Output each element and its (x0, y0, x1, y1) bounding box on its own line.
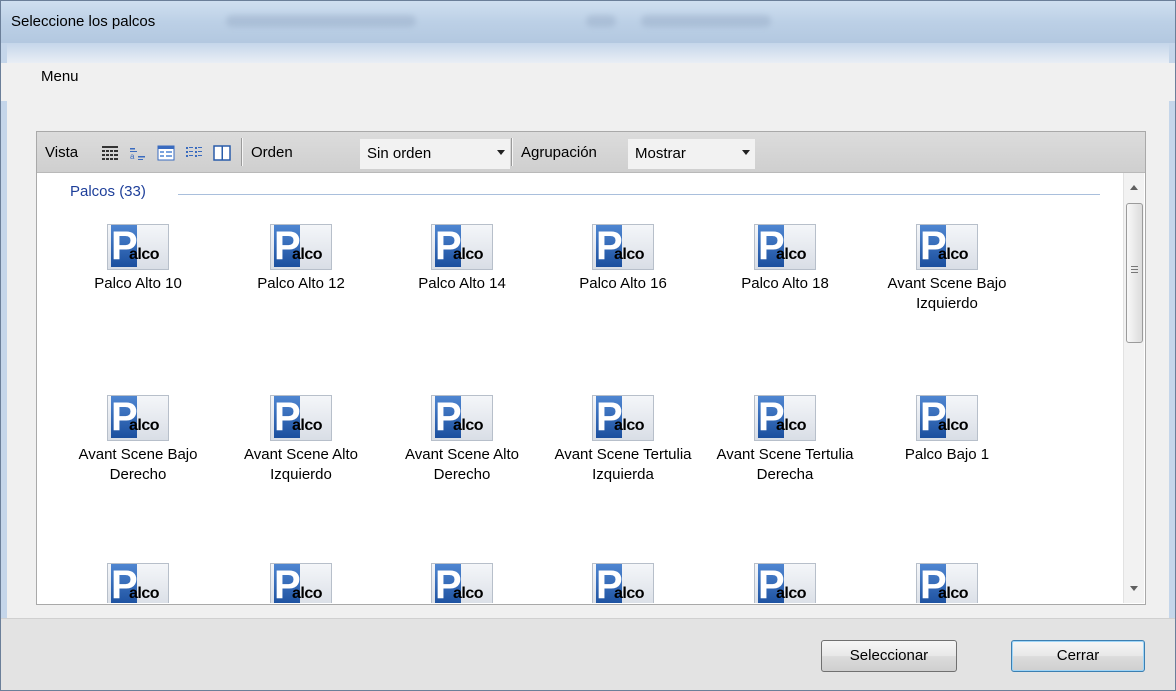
chevron-down-icon (742, 150, 750, 155)
toolbar-separator (511, 138, 512, 166)
agrupacion-value: Mostrar (635, 145, 686, 162)
palco-icon: Palco (107, 224, 169, 270)
close-button[interactable]: Cerrar (1011, 640, 1145, 672)
palco-item[interactable]: Palco Avant Scene Tertulia Izquierda (548, 395, 698, 485)
palco-item[interactable]: Palco Palco Alto 16 (548, 224, 698, 294)
palco-icon: Palco (754, 224, 816, 270)
palco-item-label: Avant Scene Alto Derecho (405, 446, 519, 483)
palco-icon: Palco (431, 563, 493, 603)
palco-item[interactable]: Palco Palco Alto 12 (226, 224, 376, 294)
vertical-scrollbar[interactable] (1123, 173, 1144, 603)
scroll-thumb[interactable] (1126, 203, 1143, 343)
palco-icon: Palco (431, 224, 493, 270)
palco-icon: Palco (107, 563, 169, 603)
palco-item-label: Palco Alto 18 (741, 275, 829, 292)
grip-icon (1131, 266, 1138, 267)
palco-icon: Palco (592, 395, 654, 441)
palco-item-label: Avant Scene Bajo Derecho (78, 446, 198, 483)
selection-panel: Vista a Orden Sin orden Agrupación Mostr… (36, 131, 1146, 605)
palco-item-label: Palco Bajo 1 (904, 446, 990, 463)
palco-item-partial[interactable]: Palco (710, 563, 860, 603)
palco-icon: Palco (592, 563, 654, 603)
menu-item-menu[interactable]: Menu (41, 68, 79, 85)
palco-item-partial[interactable]: Palco (226, 563, 376, 603)
columns-view-icon[interactable] (213, 145, 231, 161)
palco-item-label: Palco Alto 16 (579, 275, 667, 292)
group-divider (178, 194, 1100, 195)
palco-icon: Palco (270, 224, 332, 270)
palco-icon: Palco (270, 563, 332, 603)
palco-item[interactable]: Palco Palco Bajo 1 (872, 395, 1022, 465)
palco-item[interactable]: Palco Palco Alto 14 (387, 224, 537, 294)
dialog-window: Seleccione los palcos Menu Vista a Orden… (0, 0, 1176, 691)
window-frame-left (1, 43, 7, 690)
group-header[interactable]: Palcos (33) (70, 183, 154, 200)
palco-item-partial[interactable]: Palco (387, 563, 537, 603)
button-bar: Seleccionar Cerrar (1, 618, 1175, 690)
window-frame-right (1169, 43, 1175, 690)
orden-dropdown[interactable]: Sin orden (360, 139, 510, 169)
view-toolbar: Vista a Orden Sin orden Agrupación Mostr… (37, 132, 1145, 173)
palco-item-label: Palco Alto 12 (257, 275, 345, 292)
palco-icon: Palco (916, 395, 978, 441)
palco-icon: Palco (916, 563, 978, 603)
palco-item-label: Palco Alto 10 (94, 275, 182, 292)
palco-icon: Palco (270, 395, 332, 441)
palco-item-label: Avant Scene Tertulia Derecha (716, 446, 854, 483)
palco-icon: Palco (754, 563, 816, 603)
frame-strip (1, 43, 1175, 63)
palco-item-partial[interactable]: Palco (872, 563, 1022, 603)
list-view-icon[interactable] (185, 145, 203, 161)
palco-item[interactable]: Palco Palco Alto 10 (63, 224, 213, 294)
palco-item-label: Avant Scene Alto Izquierdo (244, 446, 358, 483)
blurred-background-text (226, 15, 416, 27)
title-bar[interactable]: Seleccione los palcos (1, 1, 1175, 43)
orden-value: Sin orden (367, 145, 432, 162)
vista-label: Vista (45, 144, 79, 161)
palco-icon: Palco (592, 224, 654, 270)
palco-item-label: Palco Alto 14 (418, 275, 506, 292)
palco-item-partial[interactable]: Palco (548, 563, 698, 603)
menu-bar: Menu (1, 63, 1175, 101)
palco-icon: Palco (431, 395, 493, 441)
palco-icon: Palco (107, 395, 169, 441)
palco-icon: Palco (916, 224, 978, 270)
blurred-background-text (641, 15, 771, 27)
agrupacion-dropdown[interactable]: Mostrar (628, 139, 755, 169)
scroll-down-icon[interactable] (1130, 586, 1138, 591)
palco-item[interactable]: Palco Palco Alto 18 (710, 224, 860, 294)
blurred-background-text (586, 15, 616, 27)
palco-item[interactable]: Palco Avant Scene Alto Derecho (387, 395, 537, 485)
palco-item-partial[interactable]: Palco (63, 563, 213, 603)
svg-text:a: a (130, 152, 135, 161)
window-title: Seleccione los palcos (11, 13, 156, 30)
palco-item[interactable]: Palco Avant Scene Bajo Izquierdo (872, 224, 1022, 314)
palcos-list: Palcos (33) Palco Palco Alto 10 Palco Palco… (38, 173, 1144, 603)
large-icons-view-icon[interactable] (101, 145, 119, 161)
chevron-down-icon (497, 150, 505, 155)
tiles-view-icon[interactable]: a (129, 145, 147, 161)
palco-item-label: Avant Scene Bajo Izquierdo (887, 275, 1007, 312)
orden-label: Orden (251, 144, 293, 161)
details-view-icon[interactable] (157, 145, 175, 161)
palco-item[interactable]: Palco Avant Scene Tertulia Derecha (710, 395, 860, 485)
palco-item-label: Avant Scene Tertulia Izquierda (554, 446, 692, 483)
toolbar-separator (241, 138, 242, 166)
agrupacion-label: Agrupación (521, 144, 597, 161)
scroll-up-icon[interactable] (1130, 185, 1138, 190)
palco-item[interactable]: Palco Avant Scene Bajo Derecho (63, 395, 213, 485)
palco-item[interactable]: Palco Avant Scene Alto Izquierdo (226, 395, 376, 485)
palco-icon: Palco (754, 395, 816, 441)
select-button[interactable]: Seleccionar (821, 640, 957, 672)
